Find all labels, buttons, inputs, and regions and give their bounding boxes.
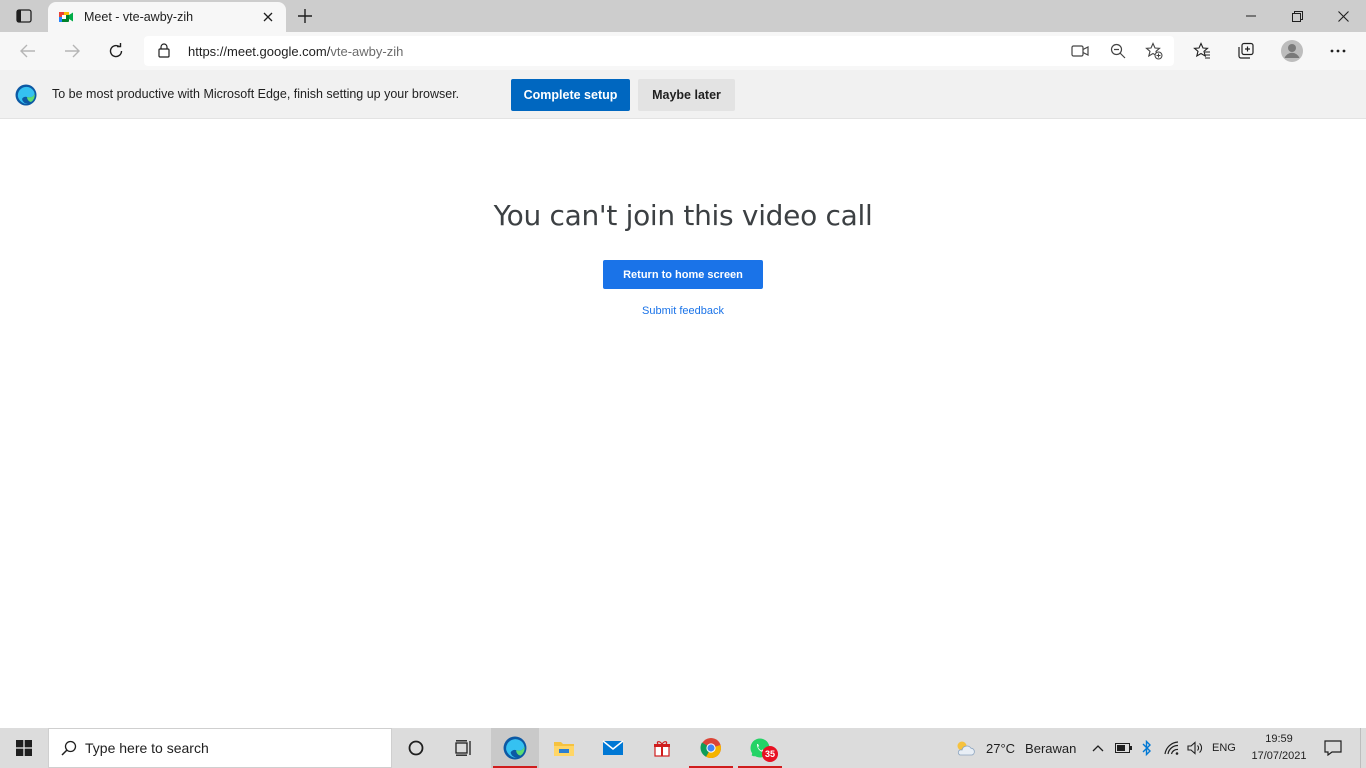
url-path: vte-awby-zih <box>330 44 404 59</box>
tab-actions-icon[interactable] <box>8 6 40 26</box>
battery-icon[interactable] <box>1114 728 1134 768</box>
browser-toolbar: https://meet.google.com/vte-awby-zih <box>0 32 1366 70</box>
search-icon <box>61 740 77 756</box>
taskbar-whatsapp-app[interactable]: 35 <box>736 728 784 768</box>
profile-avatar-icon[interactable] <box>1278 37 1306 65</box>
chrome-icon <box>700 738 721 759</box>
url-text[interactable]: https://meet.google.com/vte-awby-zih <box>188 44 403 59</box>
edge-icon <box>503 736 527 760</box>
restore-icon[interactable] <box>1274 0 1320 32</box>
microsoft-edge-icon <box>15 84 37 106</box>
submit-feedback-link: Submit feedback <box>0 305 1366 317</box>
url-host: https://meet.google.com/ <box>188 44 331 59</box>
gift-store-icon[interactable] <box>638 728 686 768</box>
cortana-icon[interactable] <box>392 728 440 768</box>
mail-icon[interactable] <box>589 728 637 768</box>
page-content: You can't join this video call Return to… <box>0 119 1366 728</box>
partly-cloudy-icon <box>957 741 975 756</box>
back-icon[interactable] <box>14 37 42 65</box>
taskbar-chrome-app[interactable] <box>687 728 735 768</box>
complete-setup-button[interactable]: Complete setup <box>511 79 630 111</box>
taskbar-edge-app[interactable] <box>491 728 539 768</box>
windows-taskbar: Type here to search 35 27°C Berawan ENG … <box>0 728 1366 768</box>
add-favorite-icon[interactable] <box>1144 41 1164 61</box>
close-tab-icon[interactable] <box>260 9 276 25</box>
setup-infobar: To be most productive with Microsoft Edg… <box>0 70 1366 119</box>
wifi-icon[interactable] <box>1162 728 1182 768</box>
chevron-up-icon[interactable] <box>1090 728 1106 768</box>
bluetooth-icon[interactable] <box>1140 728 1154 768</box>
zoom-icon[interactable] <box>1108 41 1128 61</box>
address-bar[interactable]: https://meet.google.com/vte-awby-zih <box>144 36 1174 66</box>
file-explorer-icon[interactable] <box>540 728 588 768</box>
collections-icon[interactable] <box>1232 37 1260 65</box>
weather-widget[interactable]: 27°C Berawan <box>954 728 1076 768</box>
clock-date: 17/07/2021 <box>1251 750 1307 762</box>
notification-badge: 35 <box>762 746 778 762</box>
maybe-later-button[interactable]: Maybe later <box>638 79 735 111</box>
new-tab-icon[interactable] <box>294 6 316 26</box>
page-title: You can't join this video call <box>493 199 873 232</box>
favorites-icon[interactable] <box>1188 37 1216 65</box>
video-camera-icon[interactable] <box>1070 41 1090 61</box>
infobar-message: To be most productive with Microsoft Edg… <box>52 87 460 101</box>
tab-strip: Meet - vte-awby-zih <box>0 0 1366 32</box>
active-tab[interactable]: Meet - vte-awby-zih <box>48 2 286 32</box>
task-view-icon[interactable] <box>440 728 488 768</box>
lock-icon[interactable] <box>158 43 170 63</box>
google-meet-icon <box>59 12 73 22</box>
search-placeholder: Type here to search <box>85 740 209 756</box>
more-options-icon[interactable] <box>1324 37 1352 65</box>
clock-time: 19:59 <box>1265 733 1293 745</box>
tab-title: Meet - vte-awby-zih <box>84 10 194 24</box>
close-window-icon[interactable] <box>1320 0 1366 32</box>
notifications-icon[interactable] <box>1322 728 1344 768</box>
show-desktop-button[interactable] <box>1360 728 1366 768</box>
clock[interactable]: 19:59 17/07/2021 <box>1246 731 1312 765</box>
forward-icon[interactable] <box>58 37 86 65</box>
language-indicator[interactable]: ENG <box>1212 728 1236 768</box>
weather-desc: Berawan <box>1025 740 1077 756</box>
submit-feedback-text[interactable]: Submit feedback <box>642 305 724 317</box>
refresh-icon[interactable] <box>102 37 130 65</box>
taskbar-search-input[interactable]: Type here to search <box>48 728 392 768</box>
volume-icon[interactable] <box>1186 728 1204 768</box>
return-home-button[interactable]: Return to home screen <box>603 260 763 289</box>
minimize-icon[interactable] <box>1228 0 1274 32</box>
windows-start-icon[interactable] <box>0 728 48 768</box>
weather-temp: 27°C <box>986 740 1016 756</box>
